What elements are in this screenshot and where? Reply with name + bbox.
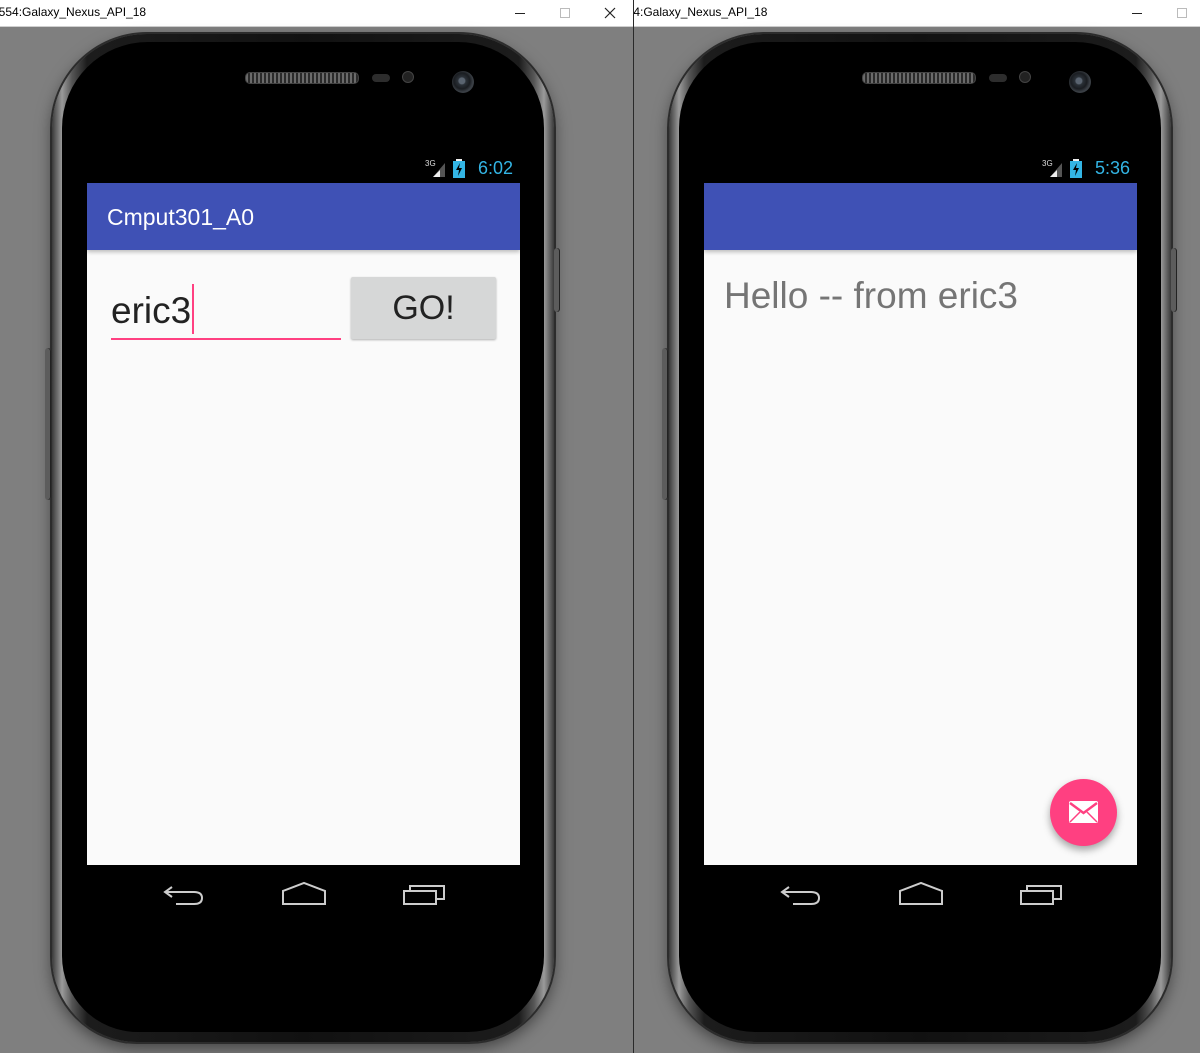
- device-screen: 3G 6:02 Cmput301_A0 eric3 GO!: [87, 153, 520, 865]
- signal-3g-icon: 3G: [425, 159, 445, 177]
- recent-apps-icon[interactable]: [1011, 879, 1071, 909]
- email-fab-button[interactable]: [1050, 779, 1117, 846]
- maximize-icon[interactable]: [1162, 0, 1200, 26]
- close-icon[interactable]: [590, 0, 630, 26]
- hello-message: Hello -- from eric3: [724, 275, 1018, 316]
- window-titlebar[interactable]: 5554:Galaxy_Nexus_API_18: [0, 0, 633, 27]
- emulator-window-right: :4:Galaxy_Nexus_API_18 3G 5:36 Hello -- …: [634, 0, 1200, 1053]
- window-title: 5554:Galaxy_Nexus_API_18: [0, 5, 147, 19]
- home-icon[interactable]: [891, 879, 951, 909]
- device-screen: 3G 5:36 Hello -- from eric3: [704, 153, 1137, 865]
- proximity-sensor: [372, 74, 390, 82]
- navigation-bar: [704, 865, 1137, 922]
- volume-button: [45, 348, 51, 500]
- app-bar: Cmput301_A0: [87, 183, 520, 250]
- svg-text:3G: 3G: [425, 159, 436, 168]
- window-title: :4:Galaxy_Nexus_API_18: [634, 5, 768, 19]
- status-bar: 3G 5:36: [704, 153, 1137, 183]
- status-time: 5:36: [1094, 158, 1130, 178]
- svg-text:3G: 3G: [1042, 159, 1053, 168]
- battery-charging-icon: [1070, 159, 1082, 178]
- signal-3g-icon: 3G: [1042, 159, 1062, 177]
- speaker-grille: [862, 72, 976, 84]
- back-icon[interactable]: [154, 879, 214, 909]
- front-camera: [1069, 71, 1091, 93]
- emulator-window-left: 5554:Galaxy_Nexus_API_18 3G 6:02 Cmput30…: [0, 0, 633, 1053]
- power-button: [554, 248, 560, 312]
- name-input[interactable]: eric3: [111, 278, 341, 340]
- battery-charging-icon: [453, 159, 465, 178]
- app-bar: [704, 183, 1137, 250]
- front-camera: [452, 71, 474, 93]
- back-icon[interactable]: [771, 879, 831, 909]
- window-titlebar[interactable]: :4:Galaxy_Nexus_API_18: [634, 0, 1200, 27]
- light-sensor: [402, 71, 414, 83]
- navigation-bar: [87, 865, 520, 922]
- email-icon: [1069, 801, 1098, 823]
- status-time: 6:02: [477, 158, 513, 178]
- speaker-grille: [245, 72, 359, 84]
- minimize-icon[interactable]: [500, 0, 540, 26]
- text-cursor: [192, 284, 195, 334]
- go-button[interactable]: GO!: [351, 277, 496, 339]
- light-sensor: [1019, 71, 1031, 83]
- power-button: [1171, 248, 1177, 312]
- name-input-value: eric3: [111, 284, 195, 338]
- app-title: Cmput301_A0: [107, 204, 255, 230]
- minimize-icon[interactable]: [1117, 0, 1157, 26]
- status-bar: 3G 6:02: [87, 153, 520, 183]
- proximity-sensor: [989, 74, 1007, 82]
- recent-apps-icon[interactable]: [394, 879, 454, 909]
- volume-button: [662, 348, 668, 500]
- maximize-icon[interactable]: [545, 0, 585, 26]
- home-icon[interactable]: [274, 879, 334, 909]
